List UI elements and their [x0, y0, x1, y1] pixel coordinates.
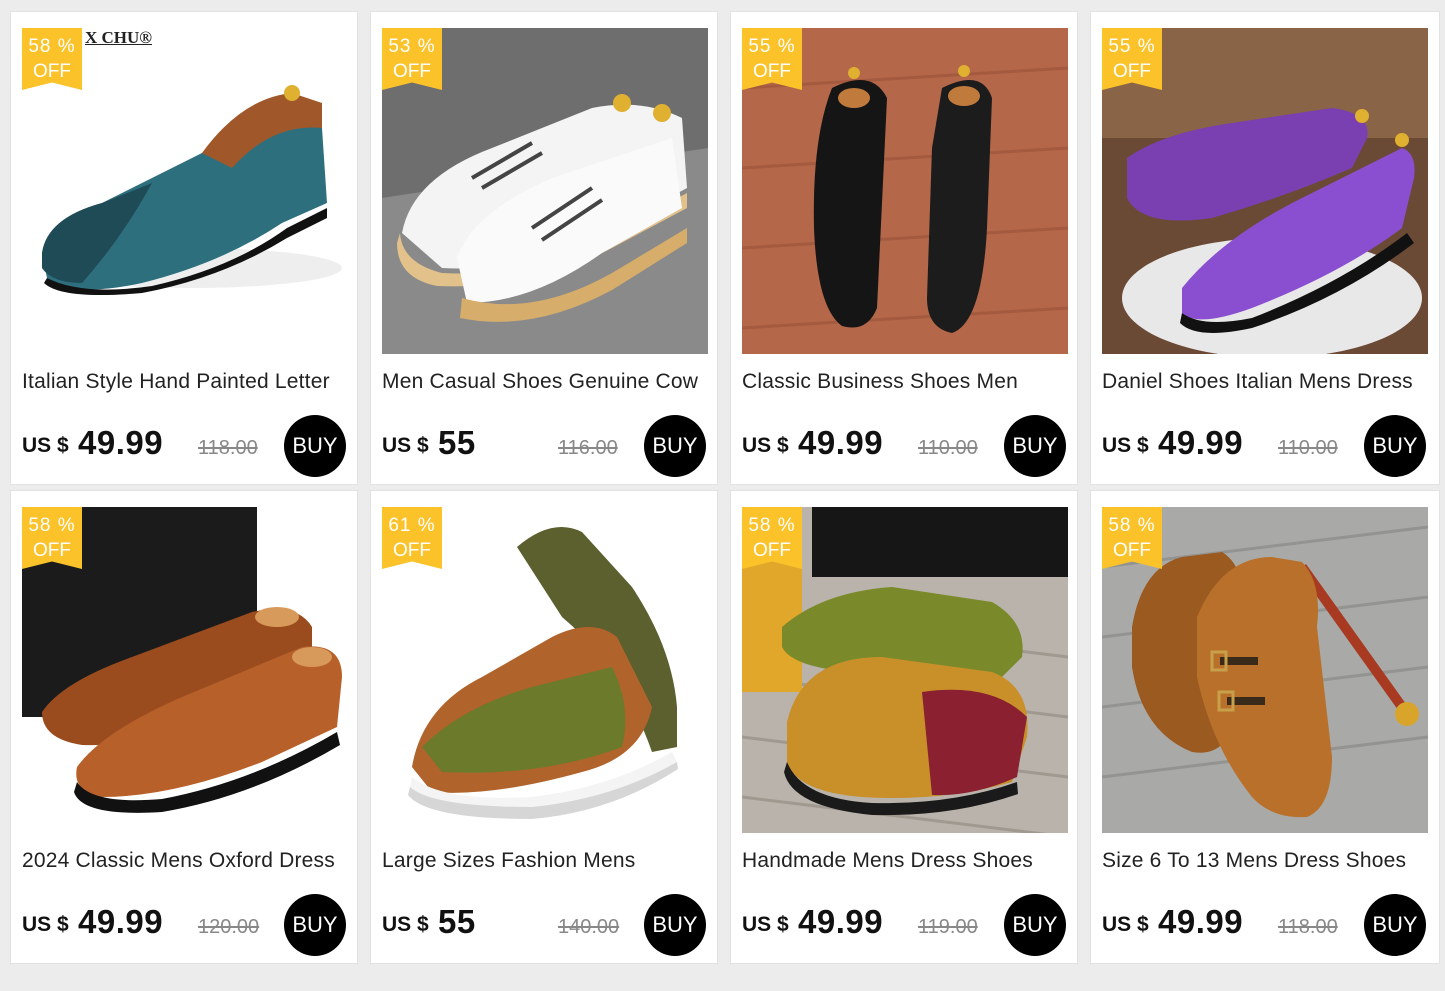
product-card[interactable]: 58 % OFF Handmade Mens Dress Shoes US $ …: [730, 490, 1078, 964]
sale-price: 49.99: [1158, 903, 1244, 940]
discount-badge: 53 % OFF: [382, 28, 442, 90]
product-image[interactable]: 61 % OFF: [382, 507, 708, 833]
currency-label: US $: [22, 913, 69, 936]
original-price: 140.00: [558, 916, 620, 938]
original-price: 110.00: [1278, 437, 1338, 459]
original-price: 118.00: [1278, 916, 1338, 938]
product-title[interactable]: 2024 Classic Mens Oxford Dress: [22, 849, 348, 873]
sale-price: 49.99: [1158, 424, 1244, 461]
product-title[interactable]: Daniel Shoes Italian Mens Dress: [1102, 370, 1428, 394]
product-image[interactable]: 55 % OFF: [742, 28, 1068, 354]
currency-label: US $: [382, 913, 429, 936]
currency-label: US $: [742, 434, 789, 457]
original-price: 120.00: [198, 916, 260, 938]
product-image[interactable]: 58 % OFF: [22, 507, 348, 833]
product-title[interactable]: Italian Style Hand Painted Letter: [22, 370, 348, 394]
product-title[interactable]: Classic Business Shoes Men: [742, 370, 1068, 394]
currency-label: US $: [22, 434, 69, 457]
product-title[interactable]: Large Sizes Fashion Mens: [382, 849, 708, 873]
currency-label: US $: [382, 434, 429, 457]
currency-label: US $: [1102, 434, 1149, 457]
discount-badge: 61 % OFF: [382, 507, 442, 569]
discount-badge: 58 % OFF: [1102, 507, 1162, 569]
product-card[interactable]: 58 % OFF 2024 Classic Mens Oxford Dress …: [10, 490, 358, 964]
sale-price: 49.99: [78, 424, 164, 461]
product-image[interactable]: 58 % OFF: [1102, 507, 1428, 833]
sale-price: 49.99: [798, 903, 884, 940]
product-image[interactable]: 58 % OFF: [742, 507, 1068, 833]
buy-button[interactable]: BUY: [644, 894, 706, 956]
discount-badge: 58 % OFF: [22, 507, 82, 569]
discount-badge: 55 % OFF: [1102, 28, 1162, 90]
product-title[interactable]: Handmade Mens Dress Shoes: [742, 849, 1068, 873]
product-title[interactable]: Men Casual Shoes Genuine Cow: [382, 370, 708, 394]
buy-button[interactable]: BUY: [1364, 415, 1426, 477]
product-card[interactable]: 55 % OFF Classic Business Shoes Men US $…: [730, 11, 1078, 485]
product-grid: 58 % OFF X CHU® Italian Style Hand Paint…: [10, 11, 1442, 964]
buy-button[interactable]: BUY: [1364, 894, 1426, 956]
product-title[interactable]: Size 6 To 13 Mens Dress Shoes: [1102, 849, 1428, 873]
sale-price: 49.99: [798, 424, 884, 461]
product-card[interactable]: 58 % OFF Size 6 To 13 Mens Dress Shoes U…: [1090, 490, 1440, 964]
currency-label: US $: [1102, 913, 1149, 936]
buy-button[interactable]: BUY: [1004, 415, 1066, 477]
product-image[interactable]: 55 % OFF: [1102, 28, 1428, 354]
product-image[interactable]: 53 % OFF: [382, 28, 708, 354]
buy-button[interactable]: BUY: [644, 415, 706, 477]
original-price: 116.00: [558, 437, 618, 459]
product-card[interactable]: 53 % OFF Men Casual Shoes Genuine Cow US…: [370, 11, 718, 485]
product-card[interactable]: 61 % OFF Large Sizes Fashion Mens US $ 5…: [370, 490, 718, 964]
buy-button[interactable]: BUY: [284, 894, 346, 956]
original-price: 118.00: [198, 437, 258, 459]
product-image[interactable]: 58 % OFF X CHU®: [22, 28, 348, 354]
buy-button[interactable]: BUY: [284, 415, 346, 477]
discount-badge: 58 % OFF: [742, 507, 802, 569]
product-card[interactable]: 58 % OFF X CHU® Italian Style Hand Paint…: [10, 11, 358, 485]
currency-label: US $: [742, 913, 789, 936]
brand-logo: X CHU®: [85, 28, 153, 47]
original-price: 110.00: [918, 437, 978, 459]
sale-price: 55: [438, 424, 476, 461]
discount-badge: 58 % OFF: [22, 28, 82, 90]
sale-price: 49.99: [78, 903, 164, 940]
sale-price: 55: [438, 903, 476, 940]
product-card[interactable]: 55 % OFF Daniel Shoes Italian Mens Dress…: [1090, 11, 1440, 485]
buy-button[interactable]: BUY: [1004, 894, 1066, 956]
discount-badge: 55 % OFF: [742, 28, 802, 90]
original-price: 119.00: [918, 916, 978, 938]
